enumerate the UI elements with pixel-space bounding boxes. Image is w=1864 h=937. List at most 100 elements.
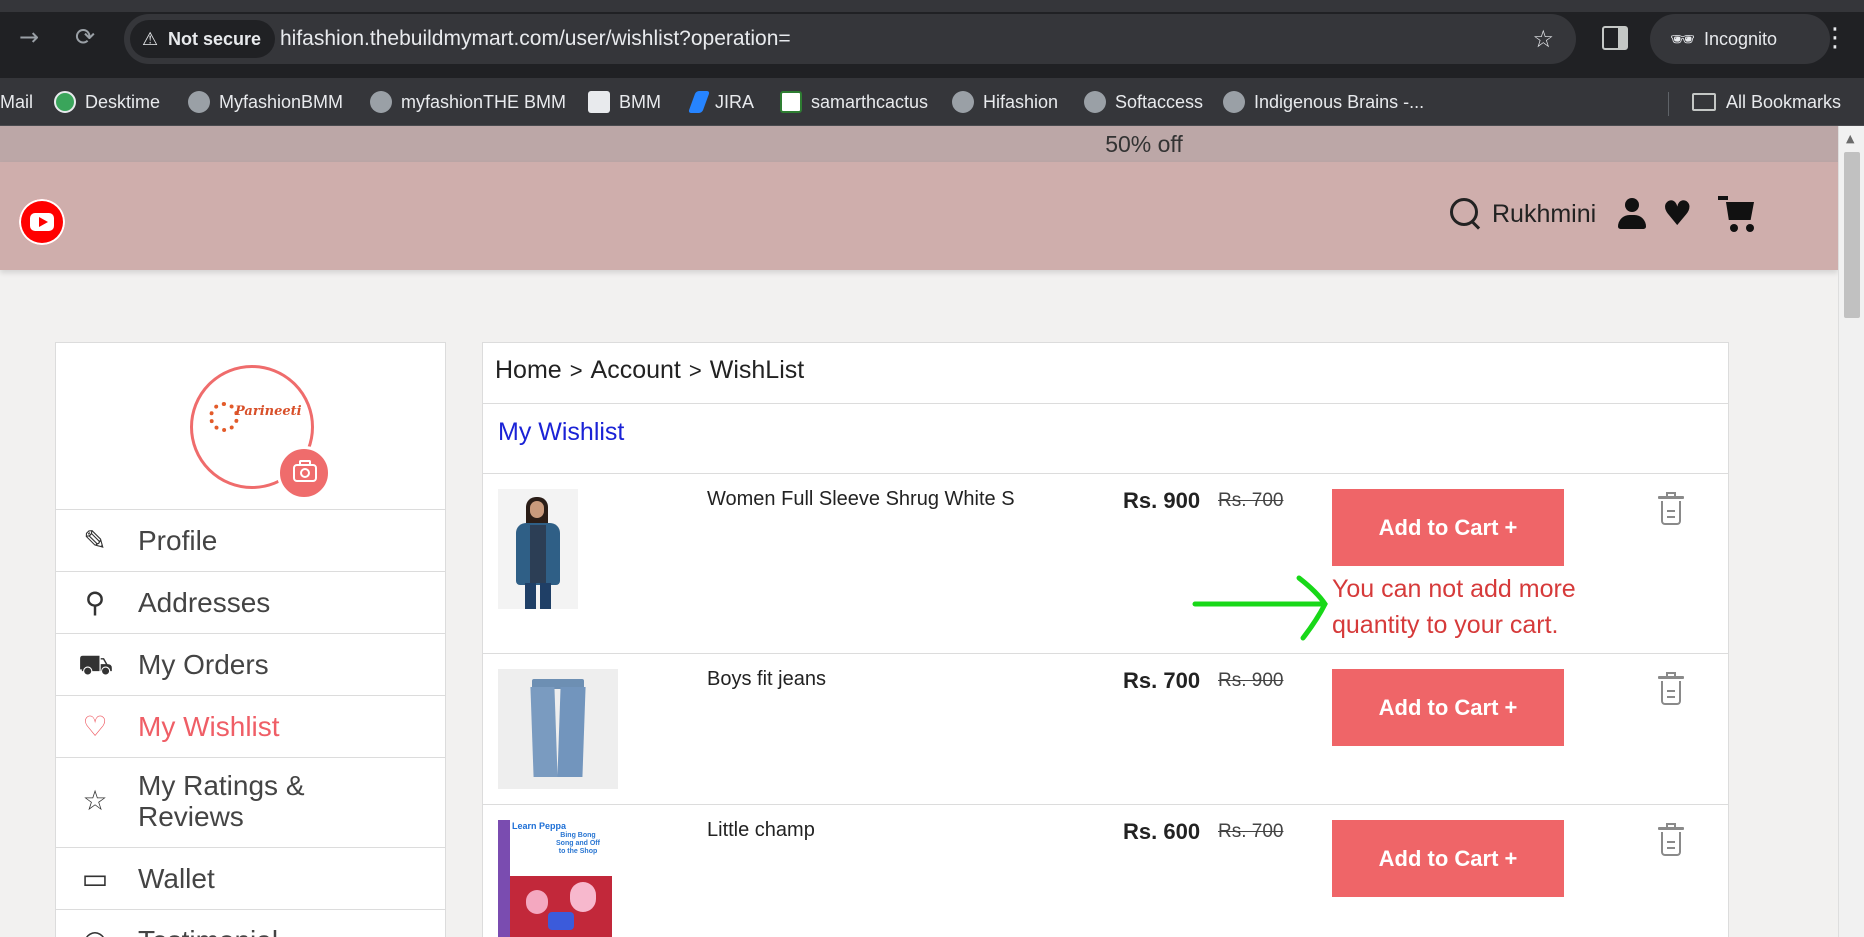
product-name[interactable]: Little champ xyxy=(707,819,815,842)
user-name[interactable]: Rukhmini xyxy=(1492,194,1596,234)
trash-line xyxy=(1667,696,1675,698)
sidebar-item-label: Wallet xyxy=(138,863,215,894)
incognito-badge[interactable]: 🕶 Incognito xyxy=(1650,14,1830,64)
avatar: Parineeti xyxy=(190,365,331,500)
bookmark-softaccess[interactable]: Softaccess xyxy=(1084,78,1203,126)
sidebar-item-testimonial[interactable]: ◎ Testimonial xyxy=(56,909,445,937)
delete-icon[interactable] xyxy=(1658,492,1684,526)
product-image-shrug[interactable] xyxy=(498,489,578,609)
bookmark-star-icon[interactable]: ☆ xyxy=(1532,14,1554,64)
wishlist-heart-icon[interactable]: ♥ xyxy=(1662,192,1692,236)
wishlist-row: Boys fit jeans Rs. 700 Rs. 900 Add to Ca… xyxy=(483,654,1728,804)
peppa-character xyxy=(526,890,548,914)
bookmark-label: JIRA xyxy=(715,92,755,112)
book-spine-stripe xyxy=(498,820,510,937)
trash-line xyxy=(1667,841,1675,843)
url-text[interactable]: hifashion.thebuildmymart.com/user/wishli… xyxy=(280,14,791,64)
address-bar[interactable]: ⚠ Not secure hifashion.thebuildmymart.com… xyxy=(124,14,1576,64)
product-image-jeans[interactable] xyxy=(498,669,618,789)
sidebar-item-my-wishlist[interactable]: ♡ My Wishlist xyxy=(56,695,445,757)
jira-icon xyxy=(687,91,711,113)
inner-top xyxy=(530,525,546,583)
breadcrumb-separator: > xyxy=(569,358,583,383)
trash-line xyxy=(1667,510,1675,512)
sidebar-item-addresses[interactable]: ⚲ Addresses xyxy=(56,571,445,633)
product-name[interactable]: Women Full Sleeve Shrug White S xyxy=(707,488,1015,511)
trash-line xyxy=(1667,516,1675,518)
delete-icon[interactable] xyxy=(1658,823,1684,857)
bookmark-desktime[interactable]: Desktime xyxy=(54,78,160,126)
divider xyxy=(483,403,1728,404)
trash-lid xyxy=(1658,676,1684,679)
add-to-cart-button[interactable]: Add to Cart + xyxy=(1332,820,1564,897)
model-leg xyxy=(525,583,536,609)
bookmark-label: Desktime xyxy=(85,92,161,112)
globe-icon xyxy=(1084,91,1106,113)
bookmark-myfashion-the-bmm[interactable]: myfashionTHE BMM xyxy=(370,78,566,126)
security-chip[interactable]: ⚠ Not secure xyxy=(130,20,276,58)
bookmark-indigenous-brains[interactable]: Indigenous Brains -... xyxy=(1223,78,1424,126)
sidebar-item-profile[interactable]: ✎ Profile xyxy=(56,509,445,571)
delete-icon[interactable] xyxy=(1658,672,1684,706)
bookmark-myfashionbmm[interactable]: MyfashionBMM xyxy=(188,78,343,126)
product-mrp: Rs. 900 xyxy=(1218,670,1284,691)
bookmark-label: Indigenous Brains -... xyxy=(1254,92,1425,112)
promo-text: 50% off xyxy=(1105,131,1183,157)
bookmarks-bar: Mail Desktime MyfashionBMM myfashionTHE … xyxy=(0,78,1864,126)
search-icon[interactable] xyxy=(1448,196,1482,230)
add-to-cart-button[interactable]: Add to Cart + xyxy=(1332,669,1564,746)
active-tab[interactable] xyxy=(0,0,1864,12)
wishlist-row: Learn Peppa Bing Bong Song and Off to th… xyxy=(483,805,1728,937)
product-price: Rs. 900 xyxy=(1123,488,1201,513)
drum-illustration xyxy=(548,912,574,930)
bookmark-label: BMM xyxy=(619,92,661,112)
breadcrumb-home[interactable]: Home xyxy=(495,356,562,384)
youtube-icon[interactable] xyxy=(19,199,65,245)
bmm-icon xyxy=(588,91,610,113)
bookmark-hifashion[interactable]: Hifashion xyxy=(952,78,1058,126)
side-panel-icon[interactable] xyxy=(1602,26,1628,50)
tab-strip xyxy=(0,0,1864,12)
all-bookmarks[interactable]: All Bookmarks xyxy=(1692,78,1841,126)
incognito-icon: 🕶 xyxy=(1670,27,1696,51)
add-to-cart-button[interactable]: Add to Cart + xyxy=(1332,489,1564,566)
sidebar-item-ratings-reviews[interactable]: ☆ My Ratings & Reviews xyxy=(56,757,445,847)
camera-lens xyxy=(300,468,310,478)
account-sidebar: Parineeti ✎ Profile ⚲ Addresses ⛟ My Ord… xyxy=(55,342,446,937)
change-photo-button[interactable] xyxy=(277,446,331,500)
cactus-icon xyxy=(780,91,802,113)
globe-icon xyxy=(1223,91,1245,113)
sidebar-item-my-orders[interactable]: ⛟ My Orders xyxy=(56,633,445,695)
globe-icon xyxy=(952,91,974,113)
security-label: Not secure xyxy=(168,29,262,49)
product-name[interactable]: Boys fit jeans xyxy=(707,668,826,691)
scroll-up-icon[interactable]: ▲ xyxy=(1846,132,1854,145)
browser-menu-icon[interactable]: ⋮ xyxy=(1822,20,1848,56)
bookmark-mail[interactable]: Mail xyxy=(0,78,33,126)
product-price: Rs. 600 xyxy=(1123,819,1201,844)
parineeti-logo: Parineeti xyxy=(209,398,302,448)
cart-error-message: You can not add more quantity to your ca… xyxy=(1332,575,1576,639)
bookmark-jira[interactable]: JIRA xyxy=(687,78,755,126)
reload-icon[interactable]: ⟳ xyxy=(68,20,102,54)
cart-icon[interactable] xyxy=(1718,194,1758,234)
sidebar-item-label: My Ratings & Reviews xyxy=(138,770,305,832)
sidebar-item-label: My Wishlist xyxy=(138,711,280,742)
all-bookmarks-label: All Bookmarks xyxy=(1726,92,1842,112)
bookmark-label: Hifashion xyxy=(983,92,1059,112)
product-image-book[interactable]: Learn Peppa Bing Bong Song and Off to th… xyxy=(498,820,612,937)
star-icon: ☆ xyxy=(82,784,108,817)
page-scrollbar[interactable]: ▲ xyxy=(1838,126,1864,937)
heart-icon: ♡ xyxy=(82,710,108,743)
testimonial-icon: ◎ xyxy=(78,924,112,937)
promo-banner: 50% off xyxy=(0,126,1838,162)
trash-bin xyxy=(1661,832,1681,856)
forward-icon[interactable]: → xyxy=(12,20,46,54)
sidebar-item-wallet[interactable]: ▭ Wallet xyxy=(56,847,445,909)
bookmark-label: Softaccess xyxy=(1115,92,1204,112)
bookmark-bmm[interactable]: BMM xyxy=(588,78,661,126)
bookmark-samarthcactus[interactable]: samarthcactus xyxy=(780,78,928,126)
account-icon[interactable] xyxy=(1617,198,1647,230)
breadcrumb-account[interactable]: Account xyxy=(591,356,681,384)
scroll-thumb[interactable] xyxy=(1844,152,1860,318)
